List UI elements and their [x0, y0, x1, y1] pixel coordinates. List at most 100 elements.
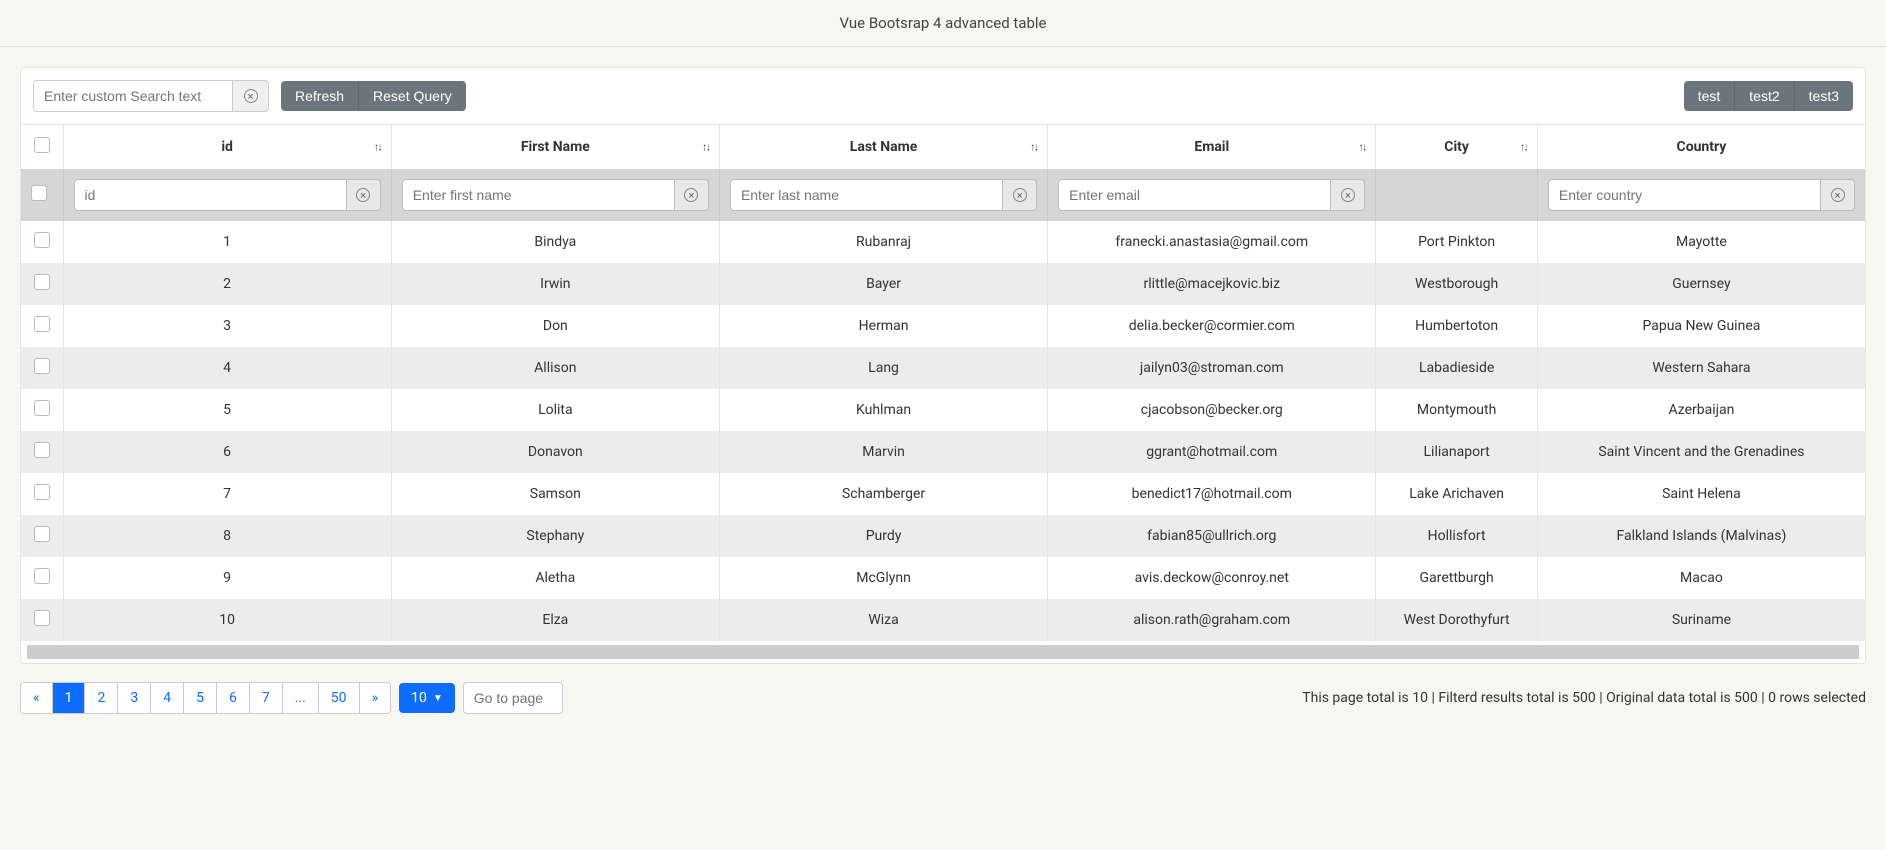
reset-query-button[interactable]: Reset Query	[358, 81, 466, 111]
filter-input-email[interactable]	[1058, 179, 1331, 211]
page-item[interactable]: »	[360, 683, 391, 713]
page-item[interactable]: 7	[250, 683, 283, 713]
cell-country: Mayotte	[1537, 221, 1865, 263]
page-size-dropdown[interactable]: 10 ▼	[399, 683, 455, 713]
page-item[interactable]: «	[21, 683, 53, 713]
cell-first_name: Lolita	[391, 389, 719, 431]
cell-last_name: Purdy	[719, 515, 1047, 557]
row-checkbox[interactable]	[34, 400, 50, 416]
cell-country: Saint Helena	[1537, 473, 1865, 515]
row-checkbox-cell	[21, 221, 63, 263]
row-checkbox[interactable]	[34, 484, 50, 500]
column-header-label: Country	[1677, 139, 1727, 155]
column-header-id[interactable]: id ↑↓	[63, 125, 391, 169]
table-card: × Refresh Reset Query testtest2test3 id ↑…	[20, 67, 1866, 664]
table-footer: «1234567...50» 10 ▼ This page total is 1…	[20, 664, 1866, 714]
page-item[interactable]: 1	[53, 683, 86, 713]
row-checkbox[interactable]	[34, 274, 50, 290]
row-checkbox-cell	[21, 473, 63, 515]
column-header-city[interactable]: City↑↓	[1376, 125, 1537, 169]
page-item[interactable]: ...	[283, 683, 319, 713]
cell-first_name: Donavon	[391, 431, 719, 473]
filter-cell-city	[1376, 169, 1537, 221]
sort-icon: ↑↓	[702, 141, 709, 154]
filter-clear-first_name[interactable]: ×	[675, 179, 709, 211]
filter-clear-last_name[interactable]: ×	[1003, 179, 1037, 211]
page-item[interactable]: 50	[319, 683, 360, 713]
column-header-email[interactable]: Email↑↓	[1048, 125, 1376, 169]
page-item[interactable]: 4	[151, 683, 184, 713]
table-row: 3DonHermandelia.becker@cormier.comHumber…	[21, 305, 1865, 347]
page-list: «1234567...50»	[20, 682, 391, 714]
close-icon: ×	[1831, 188, 1845, 202]
row-checkbox[interactable]	[34, 232, 50, 248]
filter-input-country[interactable]	[1548, 179, 1821, 211]
row-checkbox-cell	[21, 347, 63, 389]
filter-clear-email[interactable]: ×	[1331, 179, 1365, 211]
row-checkbox[interactable]	[34, 568, 50, 584]
close-icon: ×	[684, 188, 698, 202]
close-icon: ×	[244, 89, 258, 103]
filter-input-id[interactable]	[74, 179, 347, 211]
cell-first_name: Stephany	[391, 515, 719, 557]
toolbar: × Refresh Reset Query testtest2test3	[21, 68, 1865, 125]
cell-country: Guernsey	[1537, 263, 1865, 305]
test-button-2[interactable]: test2	[1734, 81, 1793, 111]
search-input[interactable]	[33, 80, 233, 112]
row-checkbox[interactable]	[34, 610, 50, 626]
caret-down-icon: ▼	[433, 693, 443, 704]
page-item[interactable]: 5	[184, 683, 217, 713]
filter-clear-country[interactable]: ×	[1821, 179, 1855, 211]
search-clear-button[interactable]: ×	[233, 80, 269, 112]
table-row: 5LolitaKuhlmancjacobson@becker.orgMontym…	[21, 389, 1865, 431]
cell-first_name: Samson	[391, 473, 719, 515]
sort-icon: ↑↓	[374, 141, 381, 154]
cell-country: Western Sahara	[1537, 347, 1865, 389]
row-checkbox[interactable]	[34, 526, 50, 542]
horizontal-scrollbar[interactable]	[27, 645, 1859, 659]
row-checkbox[interactable]	[34, 316, 50, 332]
cell-last_name: Bayer	[719, 263, 1047, 305]
cell-id: 4	[63, 347, 391, 389]
filter-clear-id[interactable]: ×	[347, 179, 381, 211]
table-row: 1BindyaRubanrajfranecki.anastasia@gmail.…	[21, 221, 1865, 263]
cell-country: Saint Vincent and the Grenadines	[1537, 431, 1865, 473]
column-header-label: City	[1444, 139, 1469, 155]
cell-city: Lake Arichaven	[1376, 473, 1537, 515]
cell-id: 8	[63, 515, 391, 557]
data-table: id↑↓First Name↑↓Last Name↑↓Email↑↓City↑↓…	[21, 125, 1865, 641]
cell-country: Falkland Islands (Malvinas)	[1537, 515, 1865, 557]
goto-page-input[interactable]	[463, 682, 563, 714]
page-item[interactable]: 6	[217, 683, 250, 713]
column-header-first_name[interactable]: First Name↑↓	[391, 125, 719, 169]
filter-input-first_name[interactable]	[402, 179, 675, 211]
filter-input-last_name[interactable]	[730, 179, 1003, 211]
column-header-label: id	[221, 139, 233, 155]
column-header-last_name[interactable]: Last Name↑↓	[719, 125, 1047, 169]
table-row: 9AlethaMcGlynnavis.deckow@conroy.netGare…	[21, 557, 1865, 599]
row-checkbox[interactable]	[34, 358, 50, 374]
refresh-button[interactable]: Refresh	[281, 81, 358, 111]
cell-last_name: Schamberger	[719, 473, 1047, 515]
row-checkbox-cell	[21, 389, 63, 431]
filter-checkbox[interactable]	[31, 185, 47, 201]
cell-email: cjacobson@becker.org	[1048, 389, 1376, 431]
table-row: 10ElzaWizaalison.rath@graham.comWest Dor…	[21, 599, 1865, 641]
cell-last_name: Herman	[719, 305, 1047, 347]
close-icon: ×	[356, 188, 370, 202]
horizontal-scrollbar-area	[21, 641, 1865, 663]
filter-cell-id: ×	[63, 169, 391, 221]
sort-icon: ↑↓	[1030, 141, 1037, 154]
cell-country: Suriname	[1537, 599, 1865, 641]
test-button-3[interactable]: test3	[1794, 81, 1853, 111]
select-all-checkbox[interactable]	[34, 137, 50, 153]
page-item[interactable]: 2	[85, 683, 118, 713]
page-title: Vue Bootsrap 4 advanced table	[0, 0, 1886, 47]
row-checkbox-cell	[21, 515, 63, 557]
cell-email: avis.deckow@conroy.net	[1048, 557, 1376, 599]
test-button-1[interactable]: test	[1684, 81, 1735, 111]
page-item[interactable]: 3	[118, 683, 151, 713]
close-icon: ×	[1013, 188, 1027, 202]
table-row: 4AllisonLangjailyn03@stroman.comLabadies…	[21, 347, 1865, 389]
row-checkbox[interactable]	[34, 442, 50, 458]
